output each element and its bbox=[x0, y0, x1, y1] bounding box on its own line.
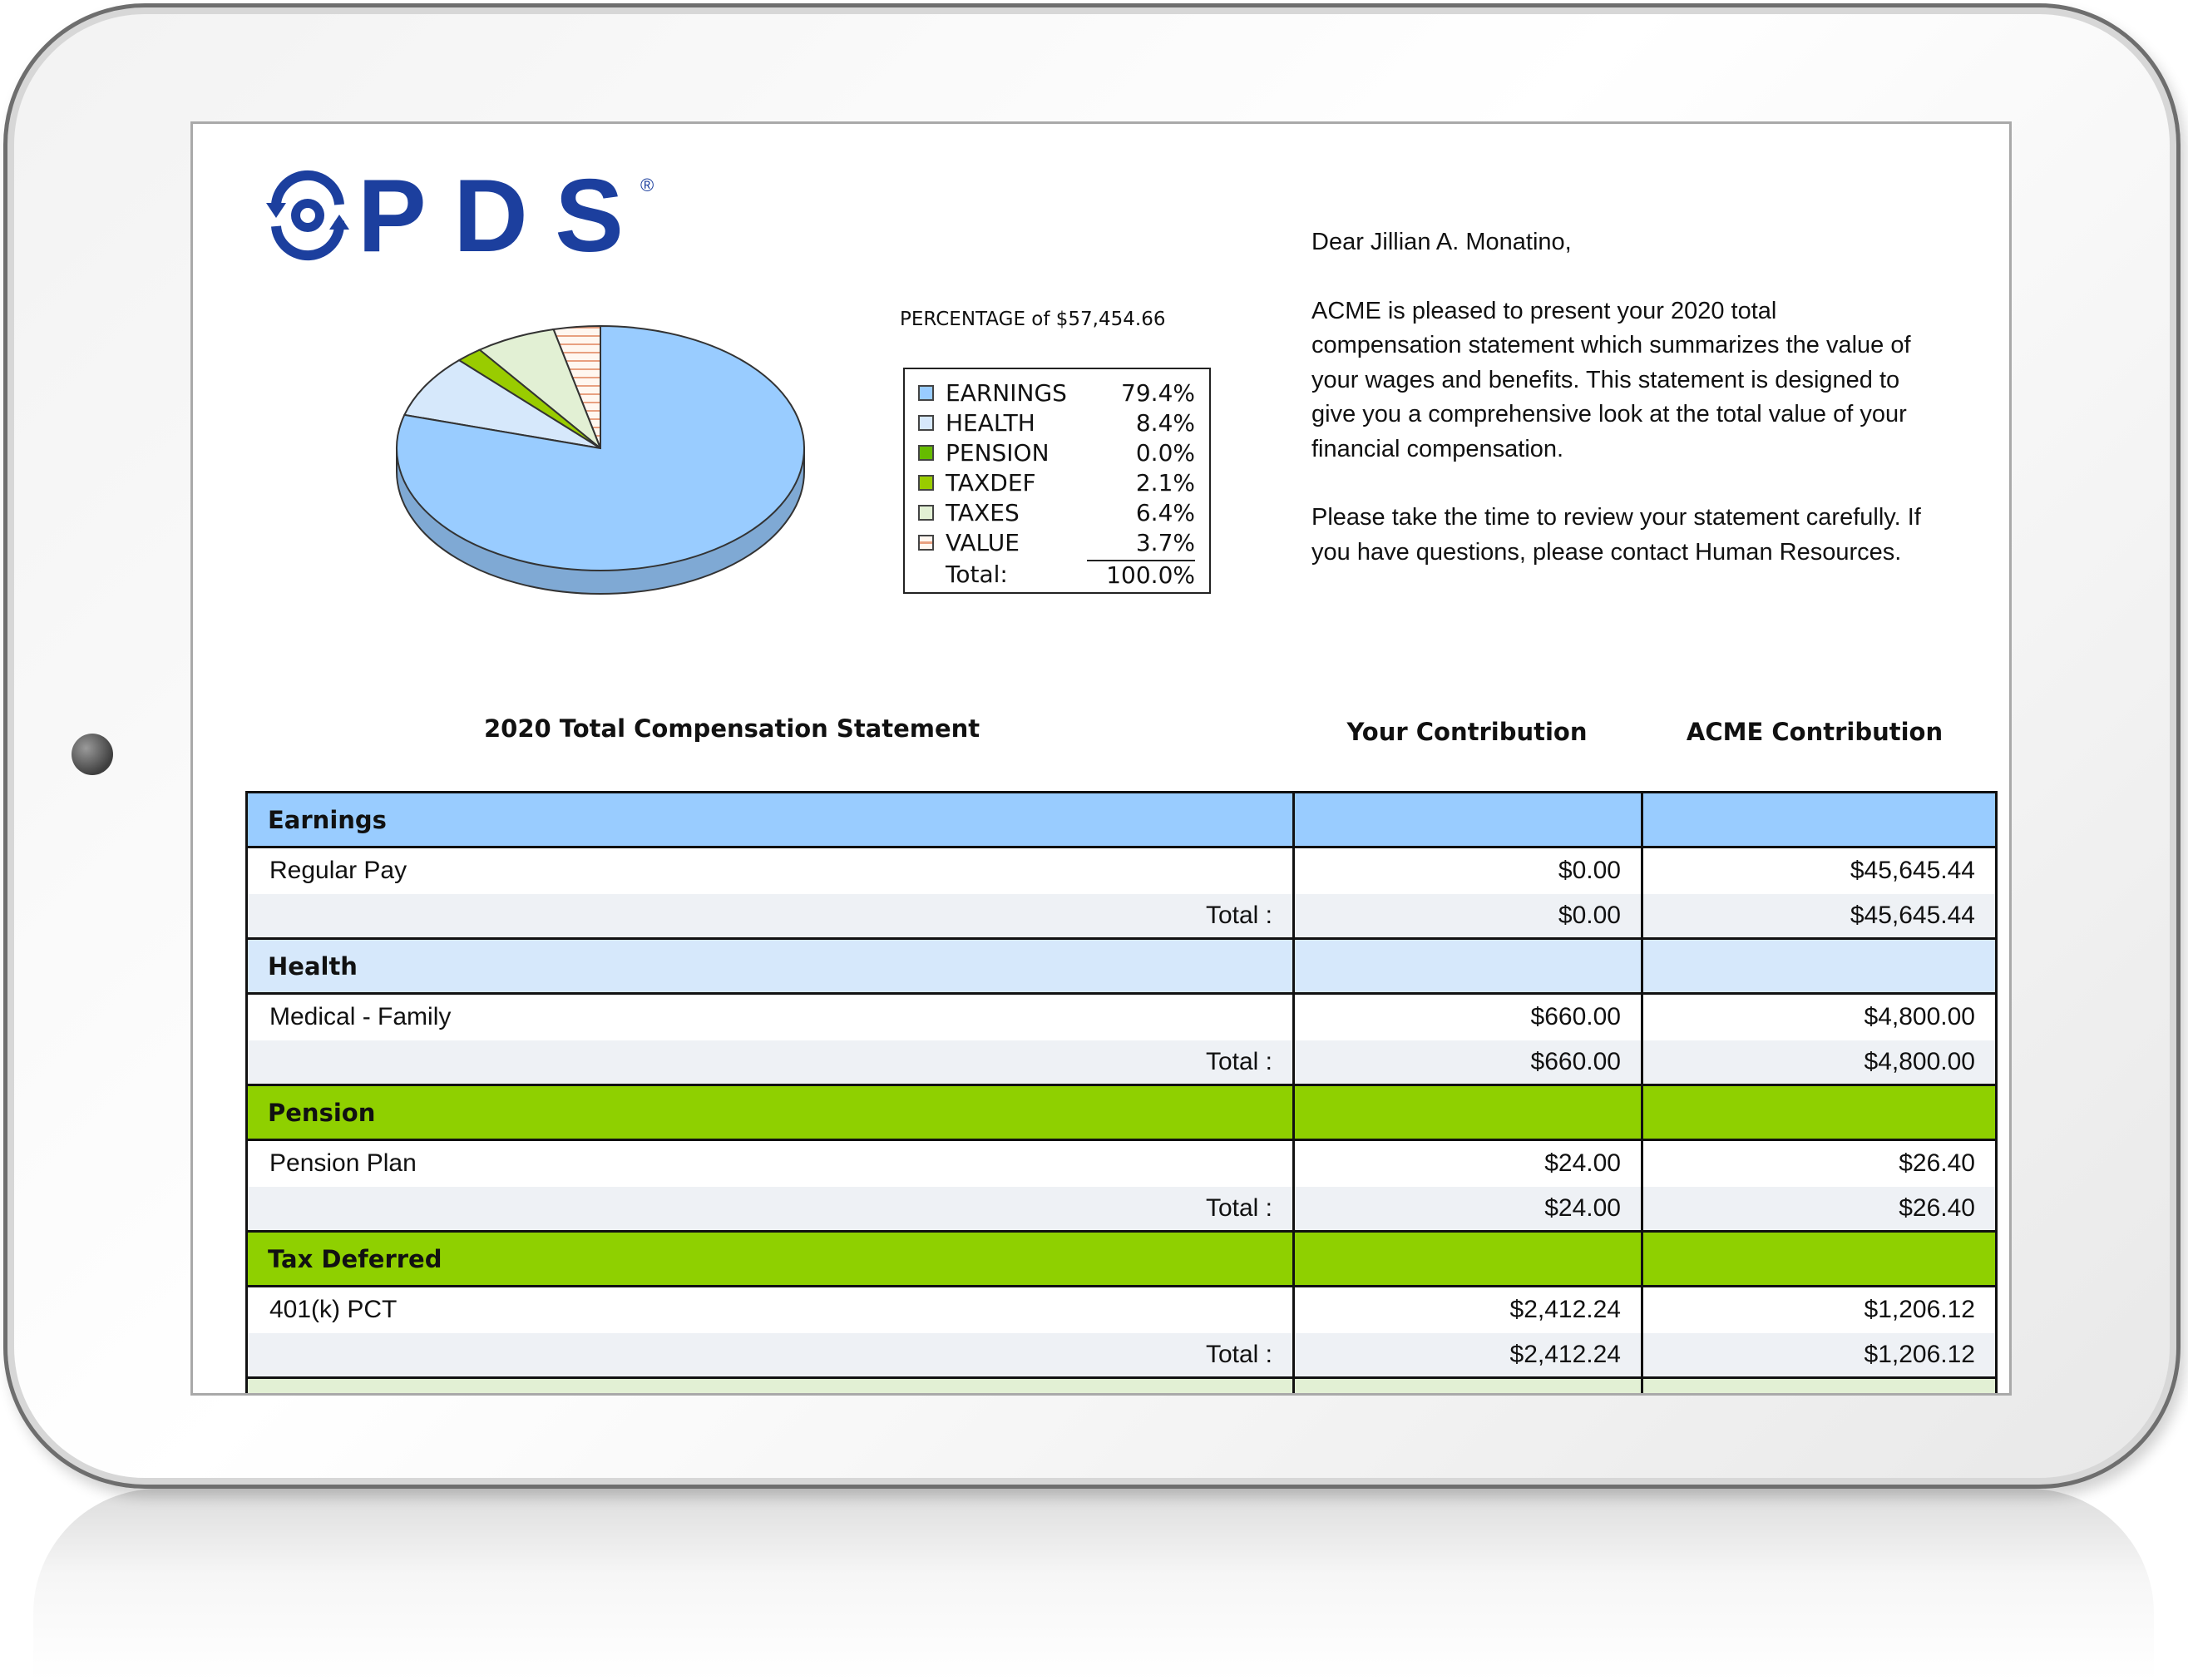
legend-swatch bbox=[918, 384, 934, 401]
item-label: Pension Plan bbox=[245, 1139, 1295, 1187]
total-label: Total : bbox=[245, 1332, 1295, 1378]
compensation-table: Earnings Regular Pay $0.00 $45,645.44 Total … bbox=[245, 791, 1998, 1393]
total-your-contribution: $660.00 bbox=[1292, 1040, 1643, 1085]
legend-label: EARNINGS bbox=[946, 378, 1067, 407]
legend-label: HEALTH bbox=[946, 408, 1035, 437]
section-your-cell bbox=[1292, 791, 1643, 848]
legend-swatch bbox=[918, 444, 934, 461]
legend-value: 3.7% bbox=[1135, 528, 1195, 556]
letter-paragraph-2: Please take the time to review your stat… bbox=[1311, 504, 1921, 566]
section-header-row: Taxes bbox=[245, 1376, 1998, 1393]
legend-value: 8.4% bbox=[1135, 408, 1195, 437]
legend-value: 79.4% bbox=[1121, 378, 1195, 407]
section-your-cell bbox=[1292, 937, 1643, 995]
item-acme-contribution: $4,800.00 bbox=[1641, 993, 1998, 1040]
section-header-row: Pension bbox=[245, 1084, 1998, 1141]
legend-item: PENSION 0.0% bbox=[918, 437, 1209, 467]
total-acme-contribution: $26.40 bbox=[1641, 1186, 1998, 1232]
table-row: Regular Pay $0.00 $45,645.44 bbox=[245, 847, 1998, 894]
total-acme-contribution: $1,206.12 bbox=[1641, 1332, 1998, 1378]
legend-value: 0.0% bbox=[1135, 438, 1195, 467]
total-row: Total : $24.00 $26.40 bbox=[245, 1186, 1998, 1232]
section-header-row: Tax Deferred bbox=[245, 1230, 1998, 1287]
legend-item: EARNINGS 79.4% bbox=[918, 378, 1209, 408]
legend-label: PENSION bbox=[946, 438, 1050, 467]
legend-item: TAXDEF 2.1% bbox=[918, 467, 1209, 497]
section-header-row: Health bbox=[245, 937, 1998, 995]
total-acme-contribution: $45,645.44 bbox=[1641, 893, 1998, 939]
device-reflection bbox=[33, 1489, 2154, 1680]
section-acme-cell bbox=[1641, 1230, 1998, 1287]
pds-logo-text: PDS bbox=[358, 161, 624, 265]
statement-screen: PDS ® PERCENTAGE of $57,454.66 EARNINGS 7… bbox=[190, 121, 2012, 1396]
total-label: Total : bbox=[245, 893, 1295, 939]
statement-title: 2020 Total Compensation Statement bbox=[484, 714, 980, 743]
home-button[interactable] bbox=[72, 734, 113, 775]
total-label: Total : bbox=[245, 1040, 1295, 1085]
legend-label: TAXES bbox=[946, 498, 1020, 526]
section-header-row: Earnings bbox=[245, 791, 1998, 848]
section-name: Earnings bbox=[245, 791, 1295, 848]
pie-chart bbox=[396, 324, 805, 595]
section-name: Taxes bbox=[245, 1376, 1295, 1393]
legend-total-label: Total: bbox=[946, 560, 1008, 588]
letter-paragraph-1: ACME is pleased to present your 2020 tot… bbox=[1311, 297, 1911, 462]
chart-legend: EARNINGS 79.4% HEALTH 8.4% PENSION 0.0% TAXDEF… bbox=[903, 368, 1211, 594]
section-your-cell bbox=[1292, 1230, 1643, 1287]
table-row: Medical - Family $660.00 $4,800.00 bbox=[245, 993, 1998, 1040]
legend-total-row: Total: 100.0% bbox=[918, 557, 1209, 590]
total-your-contribution: $0.00 bbox=[1292, 893, 1643, 939]
column-header-acme-contribution: ACME Contribution bbox=[1686, 718, 1944, 746]
legend-item: TAXES 6.4% bbox=[918, 497, 1209, 527]
legend-total-value: 100.0% bbox=[1087, 559, 1195, 589]
item-acme-contribution: $26.40 bbox=[1641, 1139, 1998, 1187]
legend-label: VALUE bbox=[946, 528, 1020, 556]
chart-title: PERCENTAGE of $57,454.66 bbox=[900, 309, 1166, 330]
total-your-contribution: $24.00 bbox=[1292, 1186, 1643, 1232]
item-your-contribution: $660.00 bbox=[1292, 993, 1643, 1040]
item-acme-contribution: $1,206.12 bbox=[1641, 1286, 1998, 1333]
legend-item: HEALTH 8.4% bbox=[918, 408, 1209, 437]
registered-mark: ® bbox=[640, 175, 654, 195]
section-your-cell bbox=[1292, 1084, 1643, 1141]
total-row: Total : $660.00 $4,800.00 bbox=[245, 1040, 1998, 1085]
total-row: Total : $2,412.24 $1,206.12 bbox=[245, 1332, 1998, 1378]
section-acme-cell bbox=[1641, 937, 1998, 995]
legend-swatch bbox=[918, 414, 934, 431]
legend-item: VALUE 3.7% bbox=[918, 527, 1209, 557]
total-row: Total : $0.00 $45,645.44 bbox=[245, 893, 1998, 939]
cover-letter: Dear Jillian A. Monatino, ACME is please… bbox=[1311, 225, 1927, 604]
item-label: Medical - Family bbox=[245, 993, 1295, 1040]
table-row: 401(k) PCT $2,412.24 $1,206.12 bbox=[245, 1286, 1998, 1333]
pds-logo-mark-icon bbox=[266, 170, 349, 261]
section-acme-cell bbox=[1641, 1376, 1998, 1393]
table-row: Pension Plan $24.00 $26.40 bbox=[245, 1139, 1998, 1187]
legend-swatch bbox=[918, 534, 934, 551]
section-your-cell bbox=[1292, 1376, 1643, 1393]
item-your-contribution: $24.00 bbox=[1292, 1139, 1643, 1187]
total-your-contribution: $2,412.24 bbox=[1292, 1332, 1643, 1378]
section-acme-cell bbox=[1641, 1084, 1998, 1141]
section-name: Tax Deferred bbox=[245, 1230, 1295, 1287]
section-acme-cell bbox=[1641, 791, 1998, 848]
section-name: Health bbox=[245, 937, 1295, 995]
item-your-contribution: $0.00 bbox=[1292, 847, 1643, 894]
section-name: Pension bbox=[245, 1084, 1295, 1141]
legend-swatch bbox=[918, 504, 934, 521]
tablet-frame: PDS ® PERCENTAGE of $57,454.66 EARNINGS 7… bbox=[3, 3, 2181, 1489]
item-label: 401(k) PCT bbox=[245, 1286, 1295, 1333]
total-label: Total : bbox=[245, 1186, 1295, 1232]
item-your-contribution: $2,412.24 bbox=[1292, 1286, 1643, 1333]
total-acme-contribution: $4,800.00 bbox=[1641, 1040, 1998, 1085]
item-acme-contribution: $45,645.44 bbox=[1641, 847, 1998, 894]
letter-greeting: Dear Jillian A. Monatino, bbox=[1311, 229, 1572, 255]
legend-value: 6.4% bbox=[1135, 498, 1195, 526]
legend-value: 2.1% bbox=[1135, 468, 1195, 497]
item-label: Regular Pay bbox=[245, 847, 1295, 894]
column-header-your-contribution: Your Contribution bbox=[1346, 718, 1588, 746]
legend-swatch bbox=[918, 474, 934, 491]
pds-logo: PDS ® bbox=[266, 161, 654, 265]
legend-label: TAXDEF bbox=[946, 468, 1036, 497]
